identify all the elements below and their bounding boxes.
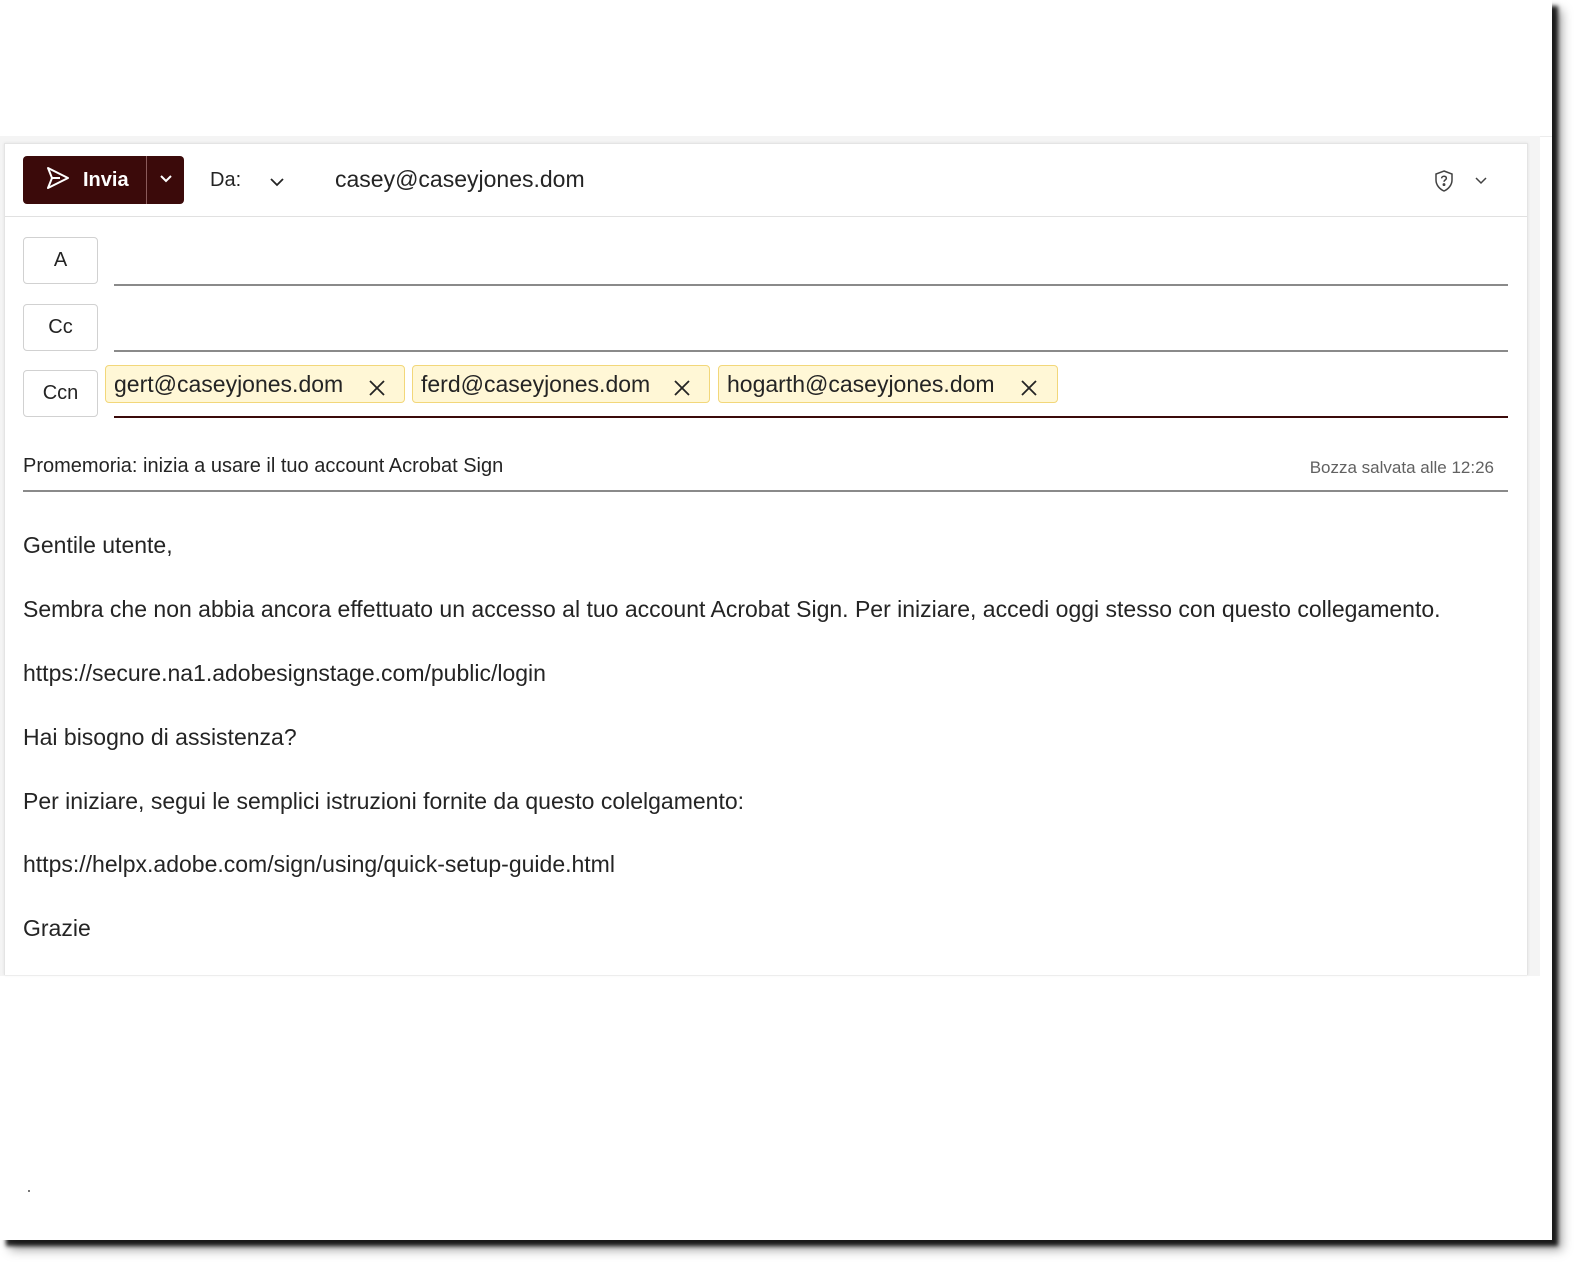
header-divider [5,216,1527,217]
close-icon[interactable] [368,376,386,396]
body-paragraph-2: Per iniziare, segui le semplici istruzio… [23,788,745,814]
from-address[interactable]: casey@caseyjones.dom [335,166,585,193]
stray-dot [28,1190,30,1192]
close-icon[interactable] [673,376,691,396]
send-options-dropdown[interactable] [147,156,184,204]
body-paragraph-1: Sembra che non abbia ancora effettuato u… [23,596,1441,622]
from-dropdown-chevron-down-icon[interactable] [267,172,287,192]
screenshot-frame: Invia Da: casey@caseyjones.dom A Cc Ccn … [0,0,1552,1240]
bcc-chip-gert[interactable]: gert@caseyjones.dom [105,365,405,403]
bcc-label: Ccn [42,382,79,404]
send-icon [45,165,71,196]
chip-address: hogarth@caseyjones.dom [727,370,995,397]
cc-input[interactable] [114,350,1508,352]
from-label: Da: [210,169,242,191]
to-button[interactable]: A [23,237,98,284]
body-greeting: Gentile utente, [23,532,173,558]
chip-address: gert@caseyjones.dom [114,370,344,397]
chevron-down-icon [158,170,174,191]
bcc-chip-hogarth[interactable]: hogarth@caseyjones.dom [718,365,1058,403]
body-help-question: Hai bisogno di assistenza? [23,724,297,750]
cc-label: Cc [48,316,73,338]
subject-field[interactable]: Promemoria: inizia a usare il tuo accoun… [23,455,503,478]
bcc-button[interactable]: Ccn [23,370,98,417]
subject-divider [23,490,1508,492]
send-label: Invia [83,168,129,191]
close-icon[interactable] [1020,376,1038,396]
bcc-input[interactable] [114,416,1508,418]
send-button[interactable]: Invia [23,156,146,204]
sensitivity-chevron-down-icon[interactable] [1473,172,1489,188]
body-closing: Grazie [23,915,91,941]
shield-question-icon[interactable] [1433,169,1455,193]
to-label: A [53,249,68,271]
cc-button[interactable]: Cc [23,304,98,351]
send-split-button[interactable]: Invia [23,156,184,204]
top-blank-area [0,0,1552,137]
body-guide-link[interactable]: https://helpx.adobe.com/sign/using/quick… [23,851,615,878]
bcc-chip-ferd[interactable]: ferd@caseyjones.dom [412,365,710,403]
draft-saved-status: Bozza salvata alle 12:26 [1309,458,1494,477]
to-input[interactable] [114,284,1508,286]
compose-pane: Invia Da: casey@caseyjones.dom A Cc Ccn … [4,143,1528,975]
chip-address: ferd@caseyjones.dom [421,370,651,397]
body-login-link[interactable]: https://secure.na1.adobesignstage.com/pu… [23,660,546,687]
